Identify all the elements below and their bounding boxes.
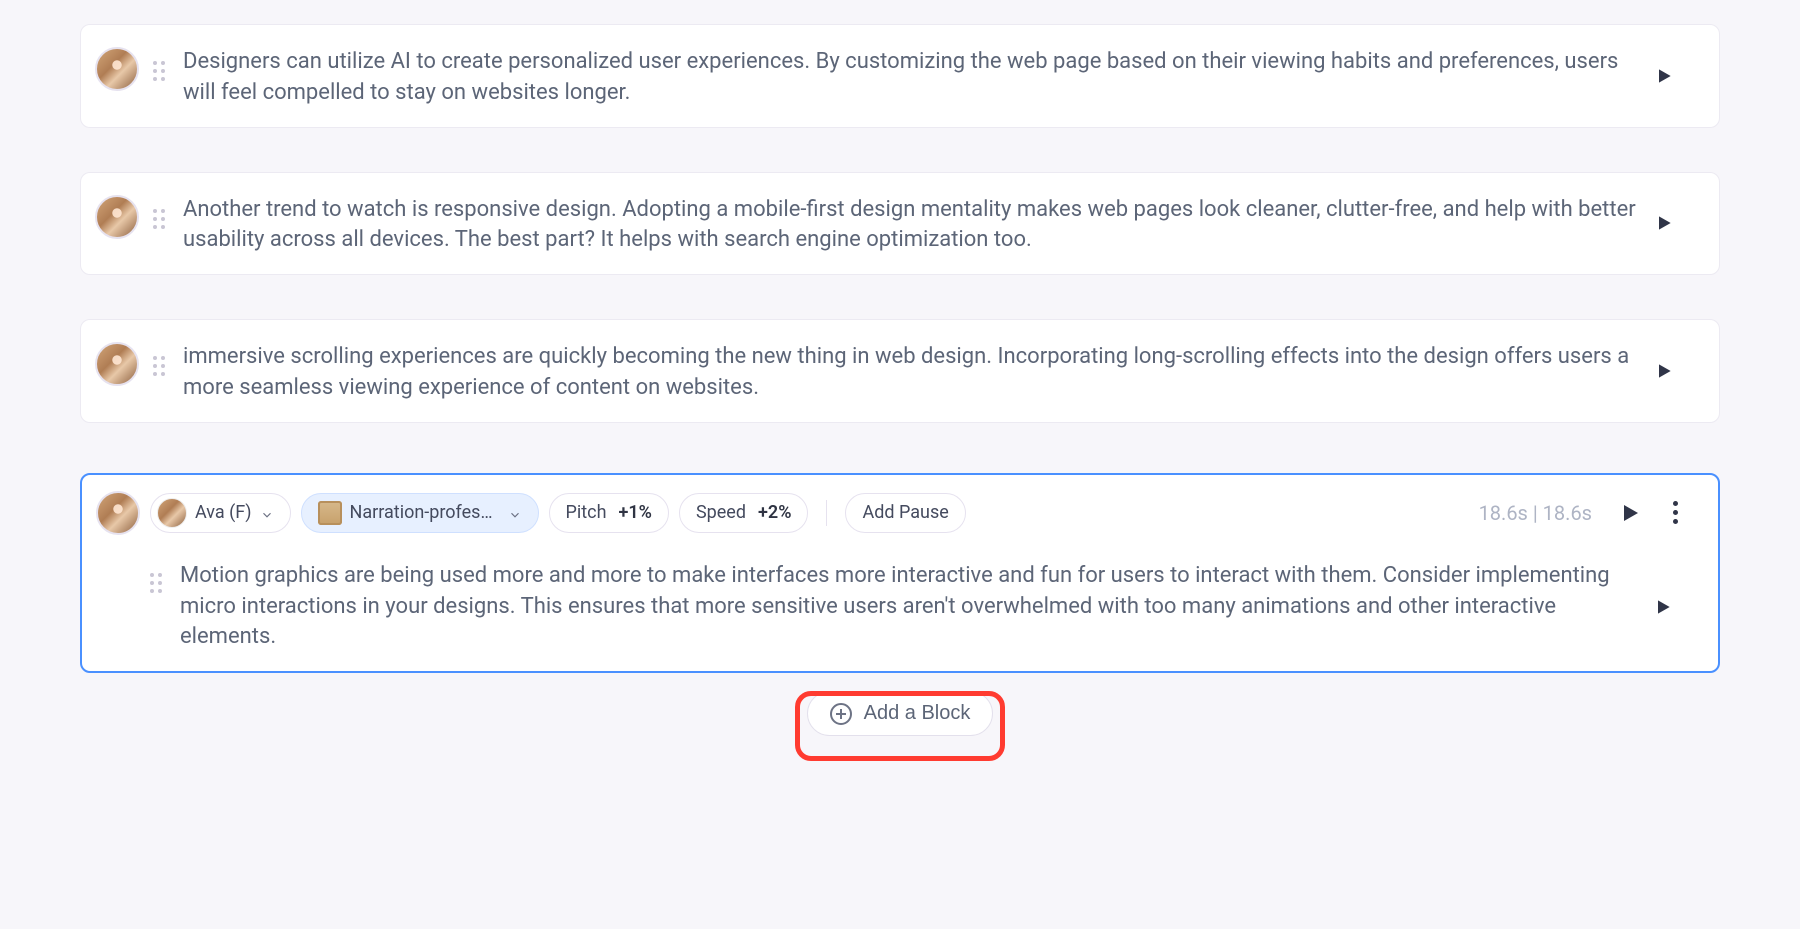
- timing-display: 18.6s | 18.6s: [1479, 501, 1592, 525]
- pitch-label: Pitch: [566, 502, 607, 523]
- block-text[interactable]: Another trend to watch is responsive des…: [183, 191, 1639, 257]
- avatar: [157, 498, 187, 528]
- text-block[interactable]: Designers can utilize AI to create perso…: [80, 24, 1720, 128]
- plus-circle-icon: [830, 703, 852, 725]
- chevron-down-icon: [260, 506, 274, 520]
- avatar: [95, 342, 139, 386]
- play-button[interactable]: [1618, 501, 1642, 525]
- add-block-label: Add a Block: [864, 702, 971, 725]
- speed-control[interactable]: Speed +2%: [679, 493, 809, 533]
- block-text[interactable]: Designers can utilize AI to create perso…: [183, 43, 1639, 109]
- avatar: [95, 195, 139, 239]
- block-text[interactable]: Motion graphics are being used more and …: [180, 561, 1638, 653]
- more-menu-button[interactable]: [1662, 497, 1688, 529]
- avatar: [96, 491, 140, 535]
- play-button[interactable]: [1654, 213, 1674, 233]
- play-button[interactable]: [1654, 361, 1674, 381]
- text-block[interactable]: immersive scrolling experiences are quic…: [80, 319, 1720, 423]
- separator: [826, 500, 827, 526]
- drag-handle-icon[interactable]: [153, 356, 165, 376]
- play-button[interactable]: [1654, 66, 1674, 86]
- voice-selector[interactable]: Ava (F): [150, 493, 291, 533]
- style-selector[interactable]: Narration-professio…: [301, 493, 539, 533]
- scroll-icon: [318, 501, 342, 525]
- text-block-selected[interactable]: Ava (F) Narration-professio… Pitch +1% S…: [80, 473, 1720, 673]
- text-block[interactable]: Another trend to watch is responsive des…: [80, 172, 1720, 276]
- add-pause-button[interactable]: Add Pause: [845, 493, 965, 533]
- drag-handle-icon[interactable]: [150, 573, 162, 593]
- voice-label: Ava (F): [195, 502, 252, 523]
- avatar: [95, 47, 139, 91]
- pitch-value: +1%: [619, 502, 652, 523]
- play-button[interactable]: [1653, 597, 1673, 617]
- drag-handle-icon[interactable]: [153, 61, 165, 81]
- speed-value: +2%: [758, 502, 791, 523]
- style-label: Narration-professio…: [350, 502, 500, 523]
- block-text[interactable]: immersive scrolling experiences are quic…: [183, 338, 1639, 404]
- pitch-control[interactable]: Pitch +1%: [549, 493, 669, 533]
- chevron-down-icon: [508, 506, 522, 520]
- speed-label: Speed: [696, 502, 746, 523]
- add-block-button[interactable]: Add a Block: [807, 691, 994, 736]
- drag-handle-icon[interactable]: [153, 209, 165, 229]
